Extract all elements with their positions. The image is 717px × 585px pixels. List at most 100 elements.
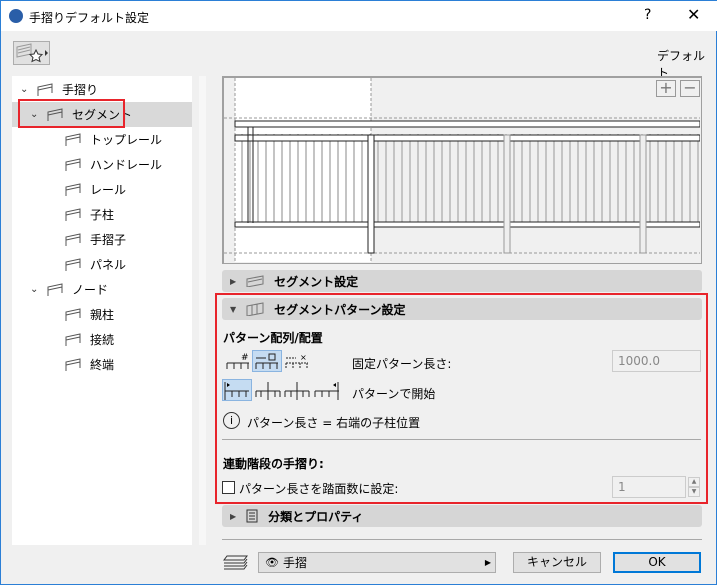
pattern-fit-button[interactable]: × bbox=[282, 350, 312, 372]
tree-item-label: パネル bbox=[90, 258, 127, 272]
zoom-out-button[interactable]: − bbox=[680, 80, 700, 97]
post bbox=[367, 134, 375, 254]
railing-icon bbox=[37, 82, 53, 96]
post bbox=[639, 134, 647, 254]
post-icon bbox=[65, 207, 81, 221]
info-text: パターン長さ = 右端の子柱位置 bbox=[247, 416, 421, 430]
start-center-post-button[interactable] bbox=[282, 379, 312, 401]
bottom-rail bbox=[234, 221, 701, 228]
window-title: 手摺りデフォルト設定 bbox=[29, 11, 150, 25]
layer-value: 手摺 bbox=[282, 556, 307, 570]
tree-item-label: 親柱 bbox=[90, 308, 115, 322]
fixed-length-label: 固定パターン長さ: bbox=[352, 357, 452, 371]
railing-drawing bbox=[224, 78, 701, 262]
tree-item-8[interactable]: ⌄ ノード bbox=[12, 277, 192, 302]
close-button[interactable]: ✕ bbox=[687, 5, 700, 24]
ok-button[interactable]: OK bbox=[613, 552, 701, 573]
tree-item-11[interactable]: 終端 bbox=[12, 352, 192, 377]
favorites-button[interactable] bbox=[13, 41, 50, 65]
stair-heading: 連動階段の手摺り: bbox=[223, 457, 324, 471]
treads-input[interactable]: 1 bbox=[612, 476, 686, 498]
pattern-count-button[interactable]: # bbox=[223, 350, 253, 372]
treads-checkbox[interactable] bbox=[222, 481, 235, 494]
favorites-star-icon bbox=[16, 43, 48, 63]
start-center-button[interactable] bbox=[253, 379, 283, 401]
tree-item-label: ハンドレール bbox=[90, 158, 163, 172]
svg-text:×: × bbox=[300, 353, 307, 362]
tree-item-label: 終端 bbox=[90, 358, 115, 372]
tree-item-label: 手摺子 bbox=[90, 233, 127, 247]
chevron-down-icon: ⌄ bbox=[30, 284, 39, 295]
pattern-count-icon: # bbox=[226, 353, 249, 369]
tree-item-7[interactable]: パネル bbox=[12, 252, 192, 277]
layer-select[interactable]: 👁 手摺 ▶ bbox=[258, 552, 496, 573]
expand-icon: ▶ bbox=[230, 511, 237, 521]
zoom-in-button[interactable]: + bbox=[656, 80, 676, 97]
section-title: 分類とプロパティ bbox=[268, 509, 364, 524]
fixed-length-input[interactable]: 1000.0 bbox=[612, 350, 701, 372]
selection-highlight-box bbox=[18, 99, 125, 128]
tree-item-6[interactable]: 手摺子 bbox=[12, 227, 192, 252]
pattern-fixed-button[interactable] bbox=[252, 350, 282, 372]
settings-tree: ⌄ 手摺り ⌄ セグメント トップレール ハンドレール レール 子柱 手摺子 パネル ⌄ ノード 親柱接… bbox=[12, 76, 192, 545]
classification-header[interactable]: ▶ 分類とプロパティ bbox=[222, 505, 702, 527]
stepper-down-button[interactable]: ▼ bbox=[688, 487, 700, 497]
document-icon bbox=[246, 509, 258, 523]
end-icon bbox=[65, 357, 81, 371]
chevron-right-icon: ▶ bbox=[484, 558, 491, 567]
pattern-fit-icon: × bbox=[285, 353, 308, 369]
tree-item-4[interactable]: レール bbox=[12, 177, 192, 202]
tree-item-label: 子柱 bbox=[90, 208, 115, 222]
tree-item-9[interactable]: 親柱 bbox=[12, 302, 192, 327]
tree-item-label: ノード bbox=[72, 283, 109, 297]
start-label: パターンで開始 bbox=[352, 387, 436, 401]
segment-settings-header[interactable]: ▶ セグメント設定 bbox=[222, 270, 702, 292]
tree-item-10[interactable]: 接続 bbox=[12, 327, 192, 352]
segment-icon bbox=[246, 275, 264, 287]
node-icon bbox=[47, 282, 63, 296]
panel-icon bbox=[65, 257, 81, 271]
divider bbox=[222, 439, 701, 440]
chevron-down-icon: ⌄ bbox=[20, 84, 29, 95]
start-left-button[interactable] bbox=[222, 379, 252, 401]
tree-item-3[interactable]: ハンドレール bbox=[12, 152, 192, 177]
handrail bbox=[234, 134, 701, 142]
eye-icon: 👁 bbox=[265, 556, 279, 569]
treads-checkbox-label: パターン長さを踏面数に設定: bbox=[239, 482, 399, 496]
cancel-button[interactable]: キャンセル bbox=[513, 552, 601, 573]
help-button[interactable]: ? bbox=[644, 7, 651, 23]
post bbox=[503, 134, 511, 254]
pattern-area bbox=[235, 78, 371, 262]
connection-icon bbox=[65, 332, 81, 346]
tree-item-label: 接続 bbox=[90, 333, 115, 347]
handrail-icon bbox=[65, 157, 81, 171]
expand-icon: ▶ bbox=[230, 276, 237, 286]
rail-icon bbox=[65, 182, 81, 196]
railing-preview[interactable]: + − bbox=[222, 76, 702, 264]
section-title: セグメント設定 bbox=[274, 274, 359, 289]
pattern-fixed-icon bbox=[255, 353, 278, 369]
svg-text:#: # bbox=[241, 353, 249, 363]
start-right-icon bbox=[314, 382, 339, 400]
start-left-icon bbox=[224, 382, 249, 400]
panel-divider[interactable] bbox=[199, 76, 206, 545]
start-center-icon bbox=[255, 382, 281, 400]
tree-item-5[interactable]: 子柱 bbox=[12, 202, 192, 227]
app-icon bbox=[9, 9, 23, 23]
stepper-up-button[interactable]: ▲ bbox=[688, 477, 700, 487]
toprail-icon bbox=[65, 132, 81, 146]
tree-item-label: レール bbox=[90, 183, 127, 197]
tree-item-label: 手摺り bbox=[62, 83, 99, 97]
top-rail bbox=[234, 120, 701, 128]
title-bar: 手摺りデフォルト設定 ? ✕ bbox=[1, 0, 717, 31]
main-post-icon bbox=[65, 307, 81, 321]
tree-item-2[interactable]: トップレール bbox=[12, 127, 192, 152]
layer-icon bbox=[223, 555, 248, 570]
arrangement-heading: パターン配列/配置 bbox=[223, 331, 323, 345]
start-center-post-icon bbox=[284, 382, 310, 400]
tree-item-label: トップレール bbox=[90, 133, 163, 147]
divider bbox=[222, 539, 702, 540]
baluster-icon bbox=[65, 232, 81, 246]
info-icon: i bbox=[223, 412, 240, 429]
start-right-button[interactable] bbox=[312, 379, 342, 401]
